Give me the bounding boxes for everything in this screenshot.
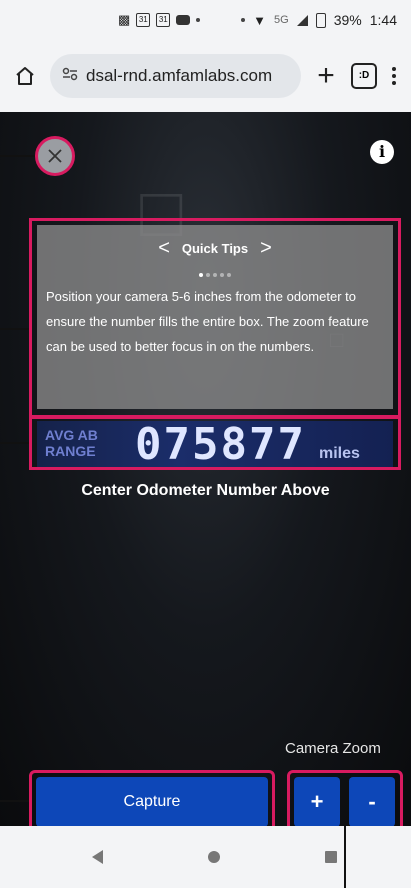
browser-toolbar: dsal-rnd.amfamlabs.com + :D bbox=[0, 40, 411, 112]
tab-switcher-button[interactable]: :D bbox=[351, 63, 377, 89]
status-bar: ▩ 31 31 ▼ 5G 39% 1:44 bbox=[0, 0, 411, 40]
tips-pagination bbox=[37, 264, 393, 282]
url-text: dsal-rnd.amfamlabs.com bbox=[86, 66, 273, 85]
calendar-icon: 31 bbox=[136, 13, 151, 27]
close-icon bbox=[48, 149, 62, 163]
more-notifications-icon bbox=[196, 18, 201, 22]
annotation-line bbox=[0, 155, 35, 157]
teams-icon: ▩ bbox=[118, 12, 131, 27]
tips-prev-button[interactable]: < bbox=[158, 237, 170, 260]
capture-button[interactable]: Capture bbox=[36, 777, 268, 826]
system-nav-bar bbox=[0, 826, 411, 888]
clock: 1:44 bbox=[369, 12, 397, 28]
battery-level: 39% bbox=[333, 12, 362, 28]
menu-icon[interactable] bbox=[389, 67, 399, 85]
annotation-line bbox=[344, 826, 346, 888]
home-nav-icon[interactable] bbox=[208, 851, 220, 863]
quick-tips-panel: < Quick Tips > Position your camera 5-6 … bbox=[37, 225, 393, 409]
address-bar[interactable]: dsal-rnd.amfamlabs.com bbox=[50, 54, 301, 98]
back-icon[interactable] bbox=[92, 850, 103, 864]
signal-icon bbox=[296, 14, 308, 26]
youtube-icon bbox=[176, 15, 191, 25]
tips-next-button[interactable]: > bbox=[260, 237, 272, 260]
quick-tips-title: Quick Tips bbox=[181, 241, 249, 256]
zoom-out-button[interactable]: - bbox=[349, 777, 395, 826]
annotation-line bbox=[0, 442, 29, 444]
recent-apps-icon[interactable] bbox=[325, 851, 337, 863]
zoom-in-button[interactable]: + bbox=[294, 777, 340, 826]
quick-tips-text: Position your camera 5-6 inches from the… bbox=[46, 289, 369, 354]
odometer-preview: AVG AB RANGE 075877 miles bbox=[37, 421, 393, 467]
odometer-side-label: AVG AB RANGE bbox=[45, 427, 98, 459]
annotation-line bbox=[0, 328, 29, 330]
camera-zoom-label: Camera Zoom bbox=[285, 740, 381, 757]
wifi-icon: ▼ bbox=[253, 12, 267, 28]
odometer-unit: miles bbox=[319, 445, 360, 462]
site-settings-icon[interactable] bbox=[62, 66, 78, 86]
camera-viewfinder: □ □ i < Quick Tips > Position your camer… bbox=[0, 112, 411, 826]
close-button[interactable] bbox=[35, 136, 75, 176]
instruction-text: Center Odometer Number Above bbox=[81, 482, 330, 499]
odometer-reading: 075877 bbox=[135, 421, 306, 467]
info-icon[interactable]: i bbox=[370, 140, 394, 164]
network-label: 5G bbox=[274, 14, 289, 26]
calendar-icon: 31 bbox=[156, 13, 171, 27]
dot-icon bbox=[241, 18, 246, 22]
new-tab-icon[interactable]: + bbox=[313, 61, 339, 91]
battery-icon bbox=[315, 12, 326, 28]
home-icon[interactable] bbox=[12, 63, 38, 89]
quick-tips-header: < Quick Tips > bbox=[37, 237, 393, 260]
notification-icons: ▩ 31 31 bbox=[118, 12, 201, 28]
annotation-line bbox=[0, 800, 29, 802]
